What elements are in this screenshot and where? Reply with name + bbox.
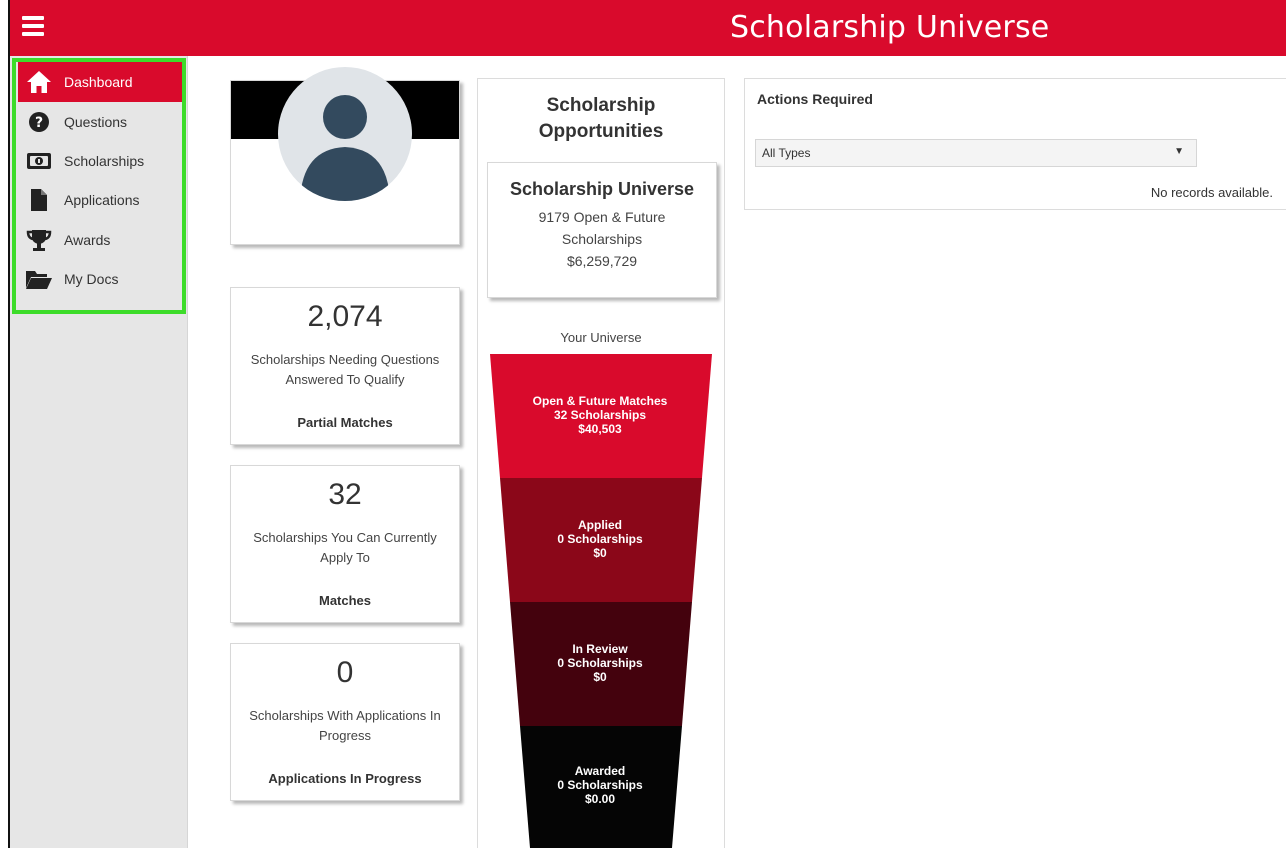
stat-description: Scholarships Needing Questions Answered … — [250, 352, 440, 387]
partial-matches-card[interactable]: 2,074 Scholarships Needing Questions Ans… — [230, 287, 460, 445]
app-title: Scholarship Universe — [730, 10, 1050, 45]
stat-number: 32 — [328, 478, 362, 511]
avatar[interactable] — [278, 67, 412, 201]
caret-down-icon: ▼ — [1174, 146, 1184, 157]
funnel-stage-count: 32 Scholarships — [553, 408, 647, 422]
nav-highlight-box — [12, 58, 186, 314]
stat-number: 2,074 — [307, 300, 383, 333]
stat-description: Scholarships With Applications In Progre… — [249, 708, 441, 743]
funnel-stage-amount: $0 — [593, 546, 607, 560]
opportunities-title-text: Scholarship Opportunities — [538, 95, 664, 142]
funnel-stage-title: Open & Future Matches — [532, 394, 668, 408]
app-header: Scholarship Universe — [10, 0, 1286, 56]
universe-card-title: Scholarship Universe — [509, 179, 695, 199]
your-universe-label: Your Universe — [560, 330, 642, 345]
funnel-stage-amount: $0 — [593, 670, 607, 684]
funnel-stage-title: Awarded — [574, 764, 626, 778]
funnel-stage-title: Applied — [578, 518, 622, 532]
funnel-stage-count: 0 Scholarships — [557, 778, 643, 792]
profile-card[interactable] — [230, 67, 460, 245]
funnel-stage-amount: $0.00 — [584, 792, 616, 806]
empty-state-text: No records available. — [1150, 185, 1273, 200]
stat-number: 0 — [336, 656, 354, 689]
actions-required-title: Actions Required — [757, 91, 873, 107]
hamburger-menu-icon[interactable] — [22, 16, 44, 38]
applications-in-progress-card[interactable]: 0 Scholarships With Applications In Prog… — [230, 643, 460, 801]
type-filter-select[interactable]: All Types ▼ — [755, 139, 1197, 167]
actions-required-panel: Actions Required All Types ▼ No records … — [744, 78, 1286, 210]
matches-card[interactable]: 32 Scholarships You Can Currently Apply … — [230, 465, 460, 623]
stat-label: Matches — [318, 593, 372, 608]
funnel-label-applied: Applied 0 Scholarships $0 — [490, 518, 710, 560]
universe-card-count: 9179 Open & Future Scholarships — [538, 209, 666, 247]
stat-label: Partial Matches — [297, 415, 393, 430]
funnel-stage-count: 0 Scholarships — [557, 656, 643, 670]
opportunities-title: Scholarship Opportunities — [478, 93, 724, 145]
user-silhouette-icon — [300, 95, 390, 201]
stat-label: Applications In Progress — [268, 771, 422, 786]
funnel-stage-count: 0 Scholarships — [557, 532, 643, 546]
universe-card[interactable]: Scholarship Universe 9179 Open & Future … — [487, 162, 717, 298]
funnel-label-in-review: In Review 0 Scholarships $0 — [490, 642, 710, 684]
type-filter-value: All Types — [762, 146, 811, 160]
funnel-label-awarded: Awarded 0 Scholarships $0.00 — [490, 764, 710, 806]
stat-description: Scholarships You Can Currently Apply To — [253, 530, 437, 565]
funnel-stage-amount: $40,503 — [578, 422, 622, 436]
universe-card-amount: $6,259,729 — [566, 253, 638, 269]
funnel-label-open-matches: Open & Future Matches 32 Scholarships $4… — [490, 394, 710, 436]
funnel-stage-title: In Review — [572, 642, 628, 656]
